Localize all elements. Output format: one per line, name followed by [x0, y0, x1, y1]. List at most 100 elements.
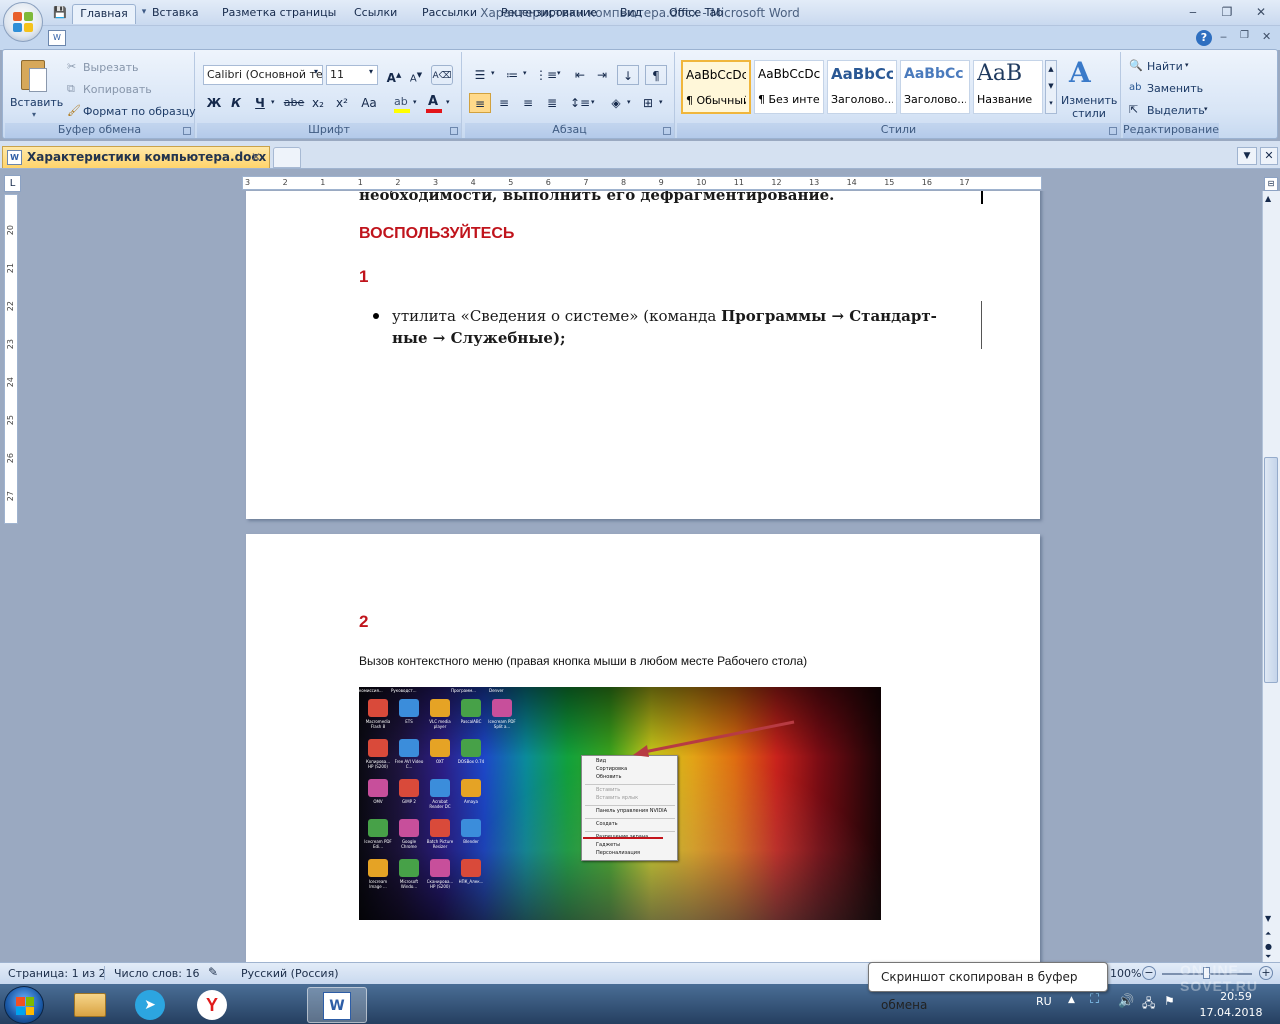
- taskbar-explorer[interactable]: [64, 987, 116, 1023]
- context-menu-item[interactable]: Гаджеты: [596, 842, 620, 848]
- tab-mailings[interactable]: Рассылки: [416, 4, 483, 24]
- tab-list-icon[interactable]: ▼: [1237, 147, 1257, 165]
- embedded-screenshot[interactable]: Macromedia Flash 8 ETS VLC media player Pas…: [359, 687, 881, 920]
- font-name-select[interactable]: Calibri (Основной те: [203, 65, 323, 85]
- taskbar-yandex[interactable]: Y: [186, 987, 238, 1023]
- page-1[interactable]: необходимости, выполнить его дефрагменти…: [246, 191, 1040, 519]
- multilevel-list-icon[interactable]: ⋮≡: [535, 65, 557, 85]
- context-menu-item[interactable]: Создать: [596, 821, 618, 827]
- prev-page-icon[interactable]: ⏶: [1265, 929, 1271, 939]
- change-styles-icon[interactable]: A: [1069, 56, 1091, 89]
- styles-scroll[interactable]: ▲ ▼ ▾: [1045, 60, 1057, 114]
- document-tab[interactable]: W Характеристики компьютера.docx ✕: [2, 146, 270, 168]
- line-spacing-dropdown-icon[interactable]: ▾: [591, 98, 595, 106]
- context-menu-item[interactable]: Вставить ярлык: [596, 795, 638, 801]
- grow-font-icon[interactable]: A▲: [383, 65, 405, 85]
- tab-insert[interactable]: Вставка: [146, 4, 205, 24]
- word-count[interactable]: Число слов: 16: [114, 967, 200, 980]
- underline-dropdown-icon[interactable]: ▾: [271, 98, 275, 106]
- shading-icon[interactable]: ◈: [605, 93, 627, 113]
- style-heading-2[interactable]: AaBbCc Заголово...: [900, 60, 970, 114]
- clear-format-icon[interactable]: A⌫: [431, 65, 453, 85]
- find-dropdown-icon[interactable]: ▾: [1185, 61, 1189, 69]
- bullets-dropdown-icon[interactable]: ▾: [491, 69, 495, 77]
- tray-volume-icon[interactable]: 🔊: [1118, 994, 1134, 1009]
- context-menu-item[interactable]: Обновить: [596, 774, 621, 780]
- ribbon-restore-icon[interactable]: ❐: [1240, 30, 1249, 41]
- close-button[interactable]: ✕: [1248, 3, 1274, 21]
- bullets-icon[interactable]: ☰: [469, 65, 491, 85]
- tab-review[interactable]: Рецензирование: [495, 4, 603, 24]
- replace-button[interactable]: Заменить: [1147, 82, 1203, 95]
- ribbon-minimize-icon[interactable]: ‒: [1220, 30, 1227, 43]
- help-icon[interactable]: ?: [1196, 30, 1212, 46]
- font-color-icon[interactable]: A: [423, 94, 445, 114]
- context-menu-item[interactable]: Персонализация: [596, 850, 640, 856]
- horizontal-ruler[interactable]: 3 2 1 1 2 3 4 5 6 7 8 9 10 11 12 13 14 15 16 17: [242, 176, 1042, 190]
- office-button[interactable]: [3, 2, 43, 42]
- font-color-dropdown-icon[interactable]: ▾: [446, 98, 450, 106]
- style-normal[interactable]: AaBbCcDc ¶ Обычный: [681, 60, 751, 114]
- document-tab-close[interactable]: ✕: [251, 147, 261, 167]
- select-button[interactable]: Выделить: [1147, 104, 1205, 117]
- tab-page-layout[interactable]: Разметка страницы: [216, 4, 342, 24]
- shading-dropdown-icon[interactable]: ▾: [627, 98, 631, 106]
- context-menu-item[interactable]: Панель управления NVIDIA: [596, 808, 667, 814]
- cut-button[interactable]: Вырезать: [83, 61, 138, 74]
- paste-button[interactable]: Вставить: [10, 96, 63, 109]
- change-styles-button[interactable]: Изменить стили: [1061, 94, 1117, 120]
- proofing-icon[interactable]: ✎: [208, 965, 218, 979]
- next-page-icon[interactable]: ⏷: [1265, 952, 1271, 962]
- paste-dropdown-icon[interactable]: ▾: [32, 110, 36, 119]
- tab-references[interactable]: Ссылки: [348, 4, 403, 24]
- scroll-up-icon[interactable]: ▲: [1265, 194, 1271, 203]
- page-2[interactable]: 2 Вызов контекстного меню (правая кнопка…: [246, 534, 1040, 962]
- new-tab-button[interactable]: [273, 147, 301, 168]
- superscript-button[interactable]: x²: [331, 93, 353, 113]
- increase-indent-icon[interactable]: ⇥: [591, 65, 613, 85]
- show-marks-icon[interactable]: ¶: [645, 65, 667, 85]
- style-title[interactable]: AaB Название: [973, 60, 1043, 114]
- borders-dropdown-icon[interactable]: ▾: [659, 98, 663, 106]
- save-icon[interactable]: 💾: [52, 4, 68, 20]
- format-painter-button[interactable]: Формат по образцу: [83, 105, 196, 118]
- align-center-icon[interactable]: ≡: [493, 93, 515, 113]
- font-name-dropdown-icon[interactable]: ▾: [314, 67, 318, 76]
- start-button[interactable]: [4, 986, 44, 1024]
- numbering-icon[interactable]: ≔: [501, 65, 523, 85]
- tray-language[interactable]: RU: [1036, 995, 1052, 1008]
- mdi-word-icon[interactable]: W: [48, 30, 66, 46]
- sort-icon[interactable]: ↓: [617, 65, 639, 85]
- multilevel-dropdown-icon[interactable]: ▾: [557, 69, 561, 77]
- copy-button[interactable]: Копировать: [83, 83, 152, 96]
- underline-button[interactable]: Ч: [249, 93, 271, 113]
- maximize-button[interactable]: ❐: [1214, 3, 1240, 21]
- vertical-ruler[interactable]: 20 21 22 23 24 25 26 27: [4, 194, 18, 524]
- doc-close-icon[interactable]: ✕: [1262, 30, 1271, 43]
- paste-icon[interactable]: [17, 56, 51, 94]
- styles-launcher-icon[interactable]: [1109, 127, 1117, 135]
- borders-icon[interactable]: ⊞: [637, 93, 659, 113]
- scrollbar-thumb[interactable]: [1264, 457, 1278, 683]
- line-spacing-icon[interactable]: ↕≡: [569, 93, 591, 113]
- taskbar-word[interactable]: W: [307, 987, 367, 1023]
- tray-screenshot-icon[interactable]: ⛶: [1090, 992, 1099, 1007]
- tab-home[interactable]: Главная: [72, 4, 136, 24]
- align-left-icon[interactable]: ≡: [469, 93, 491, 113]
- highlight-dropdown-icon[interactable]: ▾: [413, 98, 417, 106]
- zoom-out-icon[interactable]: −: [1142, 966, 1156, 980]
- taskbar-telegram[interactable]: ➤: [124, 987, 176, 1023]
- context-menu-item[interactable]: Сортировка: [596, 766, 627, 772]
- justify-icon[interactable]: ≣: [541, 93, 563, 113]
- tab-office-tab[interactable]: Office Tab: [663, 4, 729, 24]
- context-menu-item[interactable]: Вид: [596, 758, 606, 764]
- context-menu[interactable]: Вид Сортировка Обновить Вставить Вставить яр…: [581, 755, 678, 861]
- highlight-icon[interactable]: ab: [391, 94, 413, 114]
- style-no-spacing[interactable]: AaBbCcDc ¶ Без инте...: [754, 60, 824, 114]
- language-status[interactable]: Русский (Россия): [241, 967, 339, 980]
- tray-date[interactable]: 17.04.2018: [1196, 1006, 1266, 1019]
- change-case-button[interactable]: Aa: [355, 93, 383, 113]
- strikethrough-button[interactable]: abe: [283, 93, 305, 113]
- shrink-font-icon[interactable]: A▼: [405, 65, 427, 85]
- bold-button[interactable]: Ж: [203, 93, 225, 113]
